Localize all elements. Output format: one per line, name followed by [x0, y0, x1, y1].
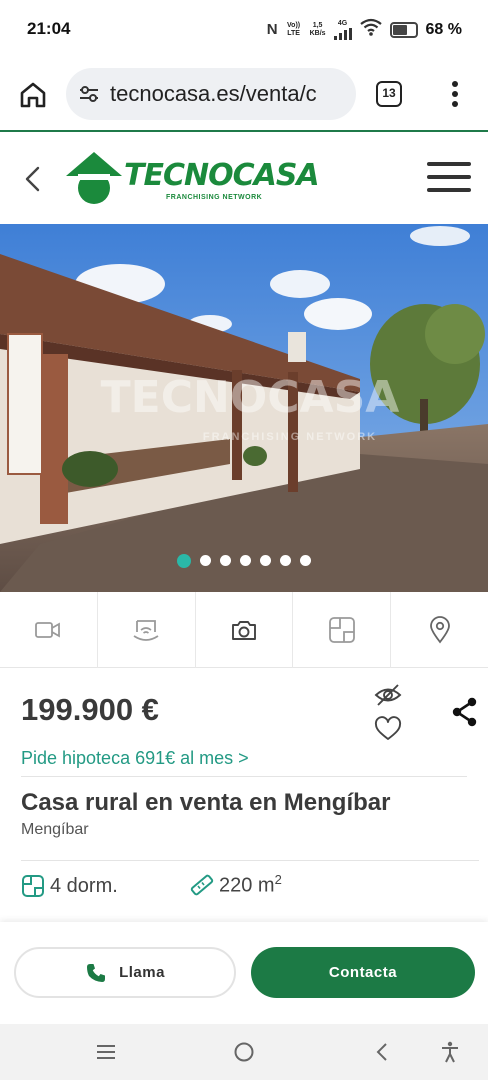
system-nav-bar	[0, 1024, 488, 1080]
gallery-dot[interactable]	[300, 555, 311, 566]
logo-wordmark: TECNOCASA	[124, 158, 320, 193]
status-time: 21:04	[27, 19, 71, 38]
tab-photos[interactable]	[196, 592, 294, 668]
tab-floorplan[interactable]	[293, 592, 392, 668]
battery-percent: 68 %	[425, 20, 462, 38]
volte-indicator: Vo)) LTE	[287, 21, 301, 37]
battery-icon	[389, 21, 418, 38]
more-vert-icon[interactable]	[446, 79, 464, 109]
logo-house-icon	[66, 152, 122, 204]
camera-icon	[232, 621, 256, 640]
listing-title: Casa rural en venta en Mengíbar	[21, 789, 391, 816]
hide-listing-icon[interactable]	[374, 682, 402, 708]
area-unit-sup: 2	[274, 872, 282, 887]
address-bar[interactable]: tecnocasa.es/venta/c	[66, 68, 356, 120]
network-type: 4G	[337, 19, 348, 27]
gallery-pagination	[0, 553, 488, 568]
property-photo[interactable]: TECNOCASA FRANCHISING NETWORK	[0, 224, 488, 592]
action-bar: Llama Contacta	[0, 922, 488, 1024]
url-text[interactable]: tecnocasa.es/venta/c	[110, 81, 350, 107]
listing-price: 199.900 €	[21, 692, 159, 727]
contact-label: Contacta	[328, 964, 398, 981]
nfc-icon: N	[266, 21, 278, 38]
feature-rooms: 4 dorm.	[21, 874, 118, 898]
tecnocasa-logo[interactable]: TECNOCASA FRANCHISING NETWORK	[64, 150, 320, 210]
recent-apps-icon[interactable]	[95, 1042, 117, 1062]
status-icons: N Vo)) LTE 1,5 KB/s 4G 68 %	[267, 18, 462, 41]
mortgage-link[interactable]: Pide hipoteca 691€ al mes >	[21, 748, 249, 769]
area-ruler-icon	[190, 874, 214, 896]
photo-watermark: TECNOCASA	[101, 372, 400, 423]
divider	[21, 776, 467, 777]
call-button[interactable]: Llama	[14, 947, 236, 998]
floorplan-icon	[328, 617, 355, 643]
favorite-heart-icon[interactable]	[374, 716, 402, 742]
wifi-icon	[359, 18, 382, 41]
share-icon[interactable]	[451, 697, 479, 727]
tab-map[interactable]	[391, 592, 488, 668]
site-settings-icon[interactable]	[78, 83, 100, 105]
media-tabs	[0, 592, 488, 668]
status-bar: 21:04 N Vo)) LTE 1,5 KB/s 4G 68 %	[0, 0, 488, 60]
photo-gallery[interactable]: TECNOCASA FRANCHISING NETWORK	[0, 224, 488, 592]
home-icon[interactable]	[18, 80, 48, 110]
hamburger-menu-icon[interactable]	[426, 160, 472, 194]
site-header: TECNOCASA FRANCHISING NETWORK	[0, 132, 488, 224]
gallery-dot[interactable]	[260, 555, 271, 566]
area-value: 220 m2	[219, 872, 282, 898]
feature-area: 220 m2	[190, 872, 282, 898]
speed-value: 1,5	[312, 21, 323, 29]
area-number: 220 m	[219, 874, 275, 897]
browser-toolbar: tecnocasa.es/venta/c 13	[0, 60, 488, 132]
photo-watermark-sub: FRANCHISING NETWORK	[203, 431, 377, 443]
back-arrow-icon[interactable]	[22, 166, 44, 192]
contact-button[interactable]: Contacta	[251, 947, 475, 998]
back-nav-icon[interactable]	[374, 1042, 390, 1062]
rooms-icon	[22, 875, 44, 897]
speed-unit: KB/s	[309, 29, 326, 37]
tab-virtual-tour[interactable]	[98, 592, 196, 668]
virtual-tour-icon	[133, 620, 159, 641]
tabs-button[interactable]: 13	[376, 81, 402, 107]
gallery-dot[interactable]	[177, 553, 191, 568]
video-icon	[35, 622, 61, 638]
listing-location: Mengíbar	[21, 821, 89, 838]
logo-subtext: FRANCHISING NETWORK	[166, 194, 263, 201]
call-label: Llama	[119, 964, 165, 981]
divider	[21, 860, 479, 861]
signal-icon: 4G	[333, 19, 352, 40]
accessibility-icon[interactable]	[440, 1041, 460, 1063]
phone-icon	[87, 963, 106, 982]
rooms-value: 4 dorm.	[50, 874, 118, 897]
home-circle-icon[interactable]	[233, 1041, 255, 1063]
gallery-dot[interactable]	[240, 555, 251, 566]
tab-video[interactable]	[0, 592, 98, 668]
gallery-dot[interactable]	[280, 555, 291, 566]
gallery-dot[interactable]	[220, 555, 231, 566]
network-speed: 1,5 KB/s	[310, 22, 326, 38]
gallery-dot[interactable]	[200, 555, 211, 566]
map-pin-icon	[429, 616, 450, 644]
